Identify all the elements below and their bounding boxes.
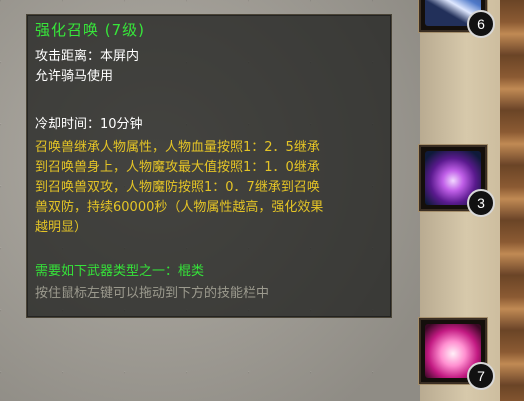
skill-tooltip: 强化召唤 (7级) 攻击距离：本屏内 允许骑马使用 冷却时间：10分钟 召唤兽继… — [26, 14, 392, 318]
weapon-requirement: 需要如下武器类型之一：棍类 — [35, 264, 205, 279]
description-line: 越明显） — [35, 220, 88, 235]
attack-range: 攻击距离：本屏内 — [35, 49, 140, 64]
skill-slot-3[interactable]: 7 — [419, 318, 495, 390]
skill-slot-2[interactable]: 3 — [419, 145, 495, 217]
scene-edge-decoration — [500, 0, 524, 401]
skill-slot-count: 6 — [467, 10, 495, 38]
description-line: 兽双防，持续60000秒（人物属性越高，强化效果 — [35, 200, 324, 215]
mount-usage: 允许骑马使用 — [35, 69, 114, 84]
skill-slot-count: 7 — [467, 362, 495, 390]
skill-title: 强化召唤 (7级) — [35, 21, 146, 39]
skill-slot-1[interactable]: 6 — [419, 0, 495, 38]
description-line: 到召唤兽双攻，人物魔防按照1：0．7继承到召唤 — [35, 180, 320, 195]
description-line: 到召唤兽身上，人物魔攻最大值按照1：1．0继承 — [35, 160, 320, 175]
drag-hint: 按住鼠标左键可以拖动到下方的技能栏中 — [35, 286, 270, 301]
description-line: 召唤兽继承人物属性，人物血量按照1：2．5继承 — [35, 140, 320, 155]
skill-slot-count: 3 — [467, 189, 495, 217]
cooldown: 冷却时间：10分钟 — [35, 117, 143, 132]
